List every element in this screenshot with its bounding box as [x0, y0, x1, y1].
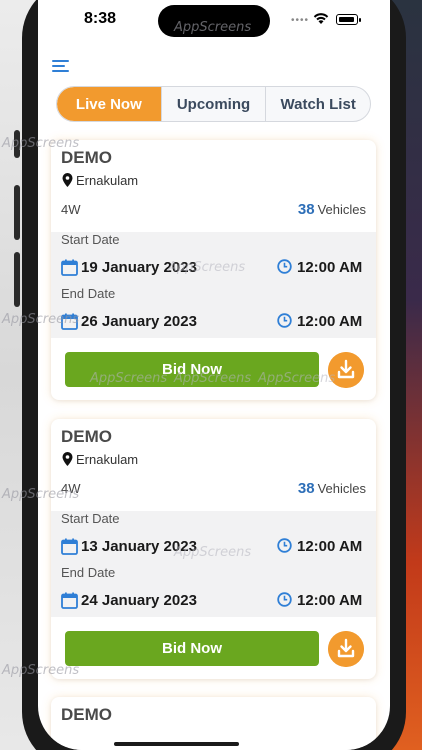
- calendar-icon: [61, 313, 78, 330]
- auction-title: DEMO: [61, 427, 112, 446]
- tab-watch-list[interactable]: Watch List: [265, 87, 370, 121]
- auction-card[interactable]: DEMO Ernakulam 4W 38 Vehicles Start Date …: [51, 140, 376, 400]
- vehicles-text: Vehicles: [317, 202, 366, 217]
- phone-side-button: [14, 185, 20, 240]
- start-date: 13 January 2023: [81, 538, 197, 555]
- location-pin-icon: [62, 452, 73, 466]
- end-date: 24 January 2023: [81, 592, 197, 609]
- signal-icon: ••••: [291, 15, 310, 26]
- vehicle-count: 38: [297, 480, 315, 497]
- battery-icon: [336, 14, 361, 25]
- auction-tabs: Live Now Upcoming Watch List: [56, 86, 371, 122]
- clock-icon: [277, 259, 292, 274]
- calendar-icon: [61, 538, 78, 555]
- calendar-icon: [61, 592, 78, 609]
- vehicle-count: 38: [297, 201, 315, 218]
- status-time: 8:38: [84, 10, 117, 27]
- auction-dates: Start Date 19 January 2023 12:00 AM End …: [51, 232, 376, 338]
- auction-dates: Start Date 13 January 2023 12:00 AM End …: [51, 511, 376, 617]
- dynamic-island: [158, 5, 270, 37]
- home-indicator[interactable]: [114, 742, 239, 746]
- phone-side-button: [14, 130, 20, 158]
- end-time: 12:00 AM: [297, 592, 363, 609]
- start-time: 12:00 AM: [297, 259, 363, 276]
- end-date-label: End Date: [61, 286, 116, 301]
- calendar-icon: [61, 259, 78, 276]
- clock-icon: [277, 313, 292, 328]
- auction-title: DEMO: [61, 148, 112, 167]
- vehicle-count-label: 38 Vehicles: [298, 480, 366, 497]
- clock-icon: [277, 538, 292, 553]
- end-date: 26 January 2023: [81, 313, 197, 330]
- start-date-label: Start Date: [61, 511, 120, 526]
- tab-live-now[interactable]: Live Now: [57, 87, 161, 121]
- clock-icon: [277, 592, 292, 607]
- auction-location: Ernakulam: [76, 173, 139, 188]
- end-time: 12:00 AM: [297, 313, 363, 330]
- vehicles-text: Vehicles: [317, 481, 366, 496]
- start-time: 12:00 AM: [297, 538, 363, 555]
- app-screen: 8:38 •••• Live Now Upcoming Watch List D…: [38, 0, 390, 750]
- status-bar: 8:38 ••••: [38, 0, 390, 42]
- auction-card[interactable]: DEMO Ernakulam 4W 38 Vehicles Start Date …: [51, 419, 376, 679]
- vehicle-type: 4W: [61, 202, 81, 217]
- end-date-label: End Date: [61, 565, 116, 580]
- tab-upcoming[interactable]: Upcoming: [160, 87, 266, 121]
- wifi-icon: [313, 13, 329, 24]
- download-icon[interactable]: [328, 631, 364, 667]
- start-date-label: Start Date: [61, 232, 120, 247]
- vehicle-count-label: 38 Vehicles: [298, 201, 366, 218]
- bid-now-button[interactable]: Bid Now: [65, 352, 319, 387]
- phone-side-button: [14, 252, 20, 307]
- auction-title: DEMO: [61, 705, 112, 724]
- vehicle-type: 4W: [61, 481, 81, 496]
- menu-icon[interactable]: [52, 60, 70, 74]
- download-icon[interactable]: [328, 352, 364, 388]
- auction-location: Ernakulam: [76, 452, 139, 467]
- bid-now-button[interactable]: Bid Now: [65, 631, 319, 666]
- start-date: 19 January 2023: [81, 259, 197, 276]
- location-pin-icon: [62, 173, 73, 187]
